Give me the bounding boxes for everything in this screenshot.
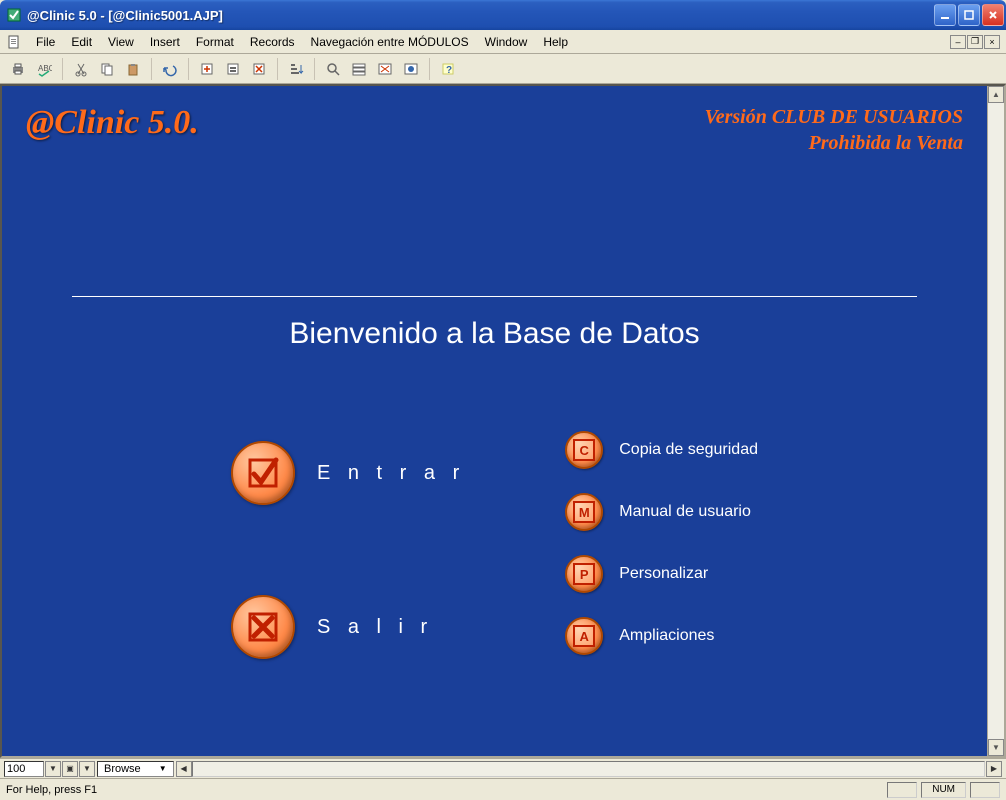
app-brand: @Clinic 5.0. <box>26 104 199 142</box>
cross-icon <box>231 595 295 659</box>
view-bar: ▼ ▣ ▼ Browse▼ ◀ ▶ <box>0 758 1006 778</box>
delete-record-icon[interactable] <box>247 57 271 81</box>
menu-insert[interactable]: Insert <box>142 33 188 51</box>
letter-m-icon: M <box>565 493 603 531</box>
exit-button[interactable]: S a l i r <box>231 595 465 659</box>
check-icon <box>231 441 295 505</box>
scroll-down-icon[interactable]: ▼ <box>988 739 1004 756</box>
menu-window[interactable]: Window <box>477 33 536 51</box>
paste-icon[interactable] <box>121 57 145 81</box>
cut-icon[interactable] <box>69 57 93 81</box>
mdi-minimize-button[interactable]: – <box>950 35 966 49</box>
status-well-1 <box>887 782 917 798</box>
manual-button[interactable]: M Manual de usuario <box>565 493 758 531</box>
menu-file[interactable]: File <box>28 33 63 51</box>
personalize-label: Personalizar <box>619 565 708 583</box>
exit-label: S a l i r <box>317 616 433 639</box>
toolbar-separator <box>188 58 189 80</box>
horizontal-scrollbar[interactable] <box>192 761 985 777</box>
statusbar: For Help, press F1 NUM <box>0 778 1006 800</box>
find-icon[interactable] <box>321 57 345 81</box>
app-icon <box>6 7 22 23</box>
menu-format[interactable]: Format <box>188 33 242 51</box>
mdi-restore-button[interactable]: ❐ <box>967 35 983 49</box>
manual-label: Manual de usuario <box>619 503 751 521</box>
svg-text:?: ? <box>446 65 452 76</box>
vertical-scrollbar[interactable]: ▲ ▼ <box>987 86 1004 756</box>
zoom-dropdown-icon[interactable]: ▼ <box>45 761 61 777</box>
sort-asc-icon[interactable] <box>284 57 308 81</box>
help-icon[interactable]: ? <box>436 57 460 81</box>
undo-icon[interactable] <box>158 57 182 81</box>
menu-navegacion[interactable]: Navegación entre MÓDULOS <box>303 33 477 51</box>
backup-label: Copia de seguridad <box>619 441 758 459</box>
extensions-label: Ampliaciones <box>619 627 714 645</box>
toolbar-separator <box>429 58 430 80</box>
hscroll-right-icon[interactable]: ▶ <box>986 761 1002 777</box>
toolbar-separator <box>277 58 278 80</box>
status-help-text: For Help, press F1 <box>6 784 883 796</box>
menu-view[interactable]: View <box>100 33 142 51</box>
mode-selector[interactable]: Browse▼ <box>97 761 174 777</box>
letter-c-icon: C <box>565 431 603 469</box>
main-content: @Clinic 5.0. Versión CLUB DE USUARIOS Pr… <box>2 86 987 756</box>
enter-label: E n t r a r <box>317 462 465 485</box>
toolbar-separator <box>62 58 63 80</box>
new-record-icon[interactable] <box>195 57 219 81</box>
toolbar-separator <box>314 58 315 80</box>
svg-text:ABC: ABC <box>38 64 52 73</box>
minimize-button[interactable] <box>934 4 956 26</box>
show-all-icon[interactable] <box>399 57 423 81</box>
mode-dropdown-icon[interactable]: ▼ <box>79 761 95 777</box>
scroll-track[interactable] <box>988 103 1004 739</box>
zoom-input[interactable] <box>4 761 44 777</box>
menu-help[interactable]: Help <box>535 33 576 51</box>
mdi-close-button[interactable]: × <box>984 35 1000 49</box>
duplicate-record-icon[interactable] <box>221 57 245 81</box>
spellcheck-icon[interactable]: ABC <box>32 57 56 81</box>
welcome-heading: Bienvenido a la Base de Datos <box>2 317 987 351</box>
print-icon[interactable] <box>6 57 30 81</box>
toolbar-separator <box>151 58 152 80</box>
status-well-3 <box>970 782 1000 798</box>
omit-icon[interactable] <box>373 57 397 81</box>
toolbar: ABC ? <box>0 54 1006 84</box>
menubar: File Edit View Insert Format Records Nav… <box>0 30 1006 54</box>
extensions-button[interactable]: A Ampliaciones <box>565 617 758 655</box>
content-frame: @Clinic 5.0. Versión CLUB DE USUARIOS Pr… <box>0 84 1006 758</box>
divider <box>72 296 917 297</box>
close-button[interactable] <box>982 4 1004 26</box>
window-titlebar: @Clinic 5.0 - [@Clinic5001.AJP] <box>0 0 1006 30</box>
personalize-button[interactable]: P Personalizar <box>565 555 758 593</box>
version-text-2: Prohibida la Venta <box>705 130 963 156</box>
document-icon <box>6 34 22 50</box>
hscroll-left-icon[interactable]: ◀ <box>176 761 192 777</box>
mode-label: Browse <box>104 763 141 775</box>
letter-p-icon: P <box>565 555 603 593</box>
enter-button[interactable]: E n t r a r <box>231 441 465 505</box>
letter-a-icon: A <box>565 617 603 655</box>
copy-icon[interactable] <box>95 57 119 81</box>
scroll-up-icon[interactable]: ▲ <box>988 86 1004 103</box>
layout-mode-icon[interactable]: ▣ <box>62 761 78 777</box>
menu-edit[interactable]: Edit <box>63 33 100 51</box>
backup-button[interactable]: C Copia de seguridad <box>565 431 758 469</box>
find-all-icon[interactable] <box>347 57 371 81</box>
maximize-button[interactable] <box>958 4 980 26</box>
numlock-indicator: NUM <box>921 782 966 798</box>
menu-records[interactable]: Records <box>242 33 303 51</box>
window-title: @Clinic 5.0 - [@Clinic5001.AJP] <box>27 8 934 23</box>
version-text-1: Versión CLUB DE USUARIOS <box>705 104 963 130</box>
